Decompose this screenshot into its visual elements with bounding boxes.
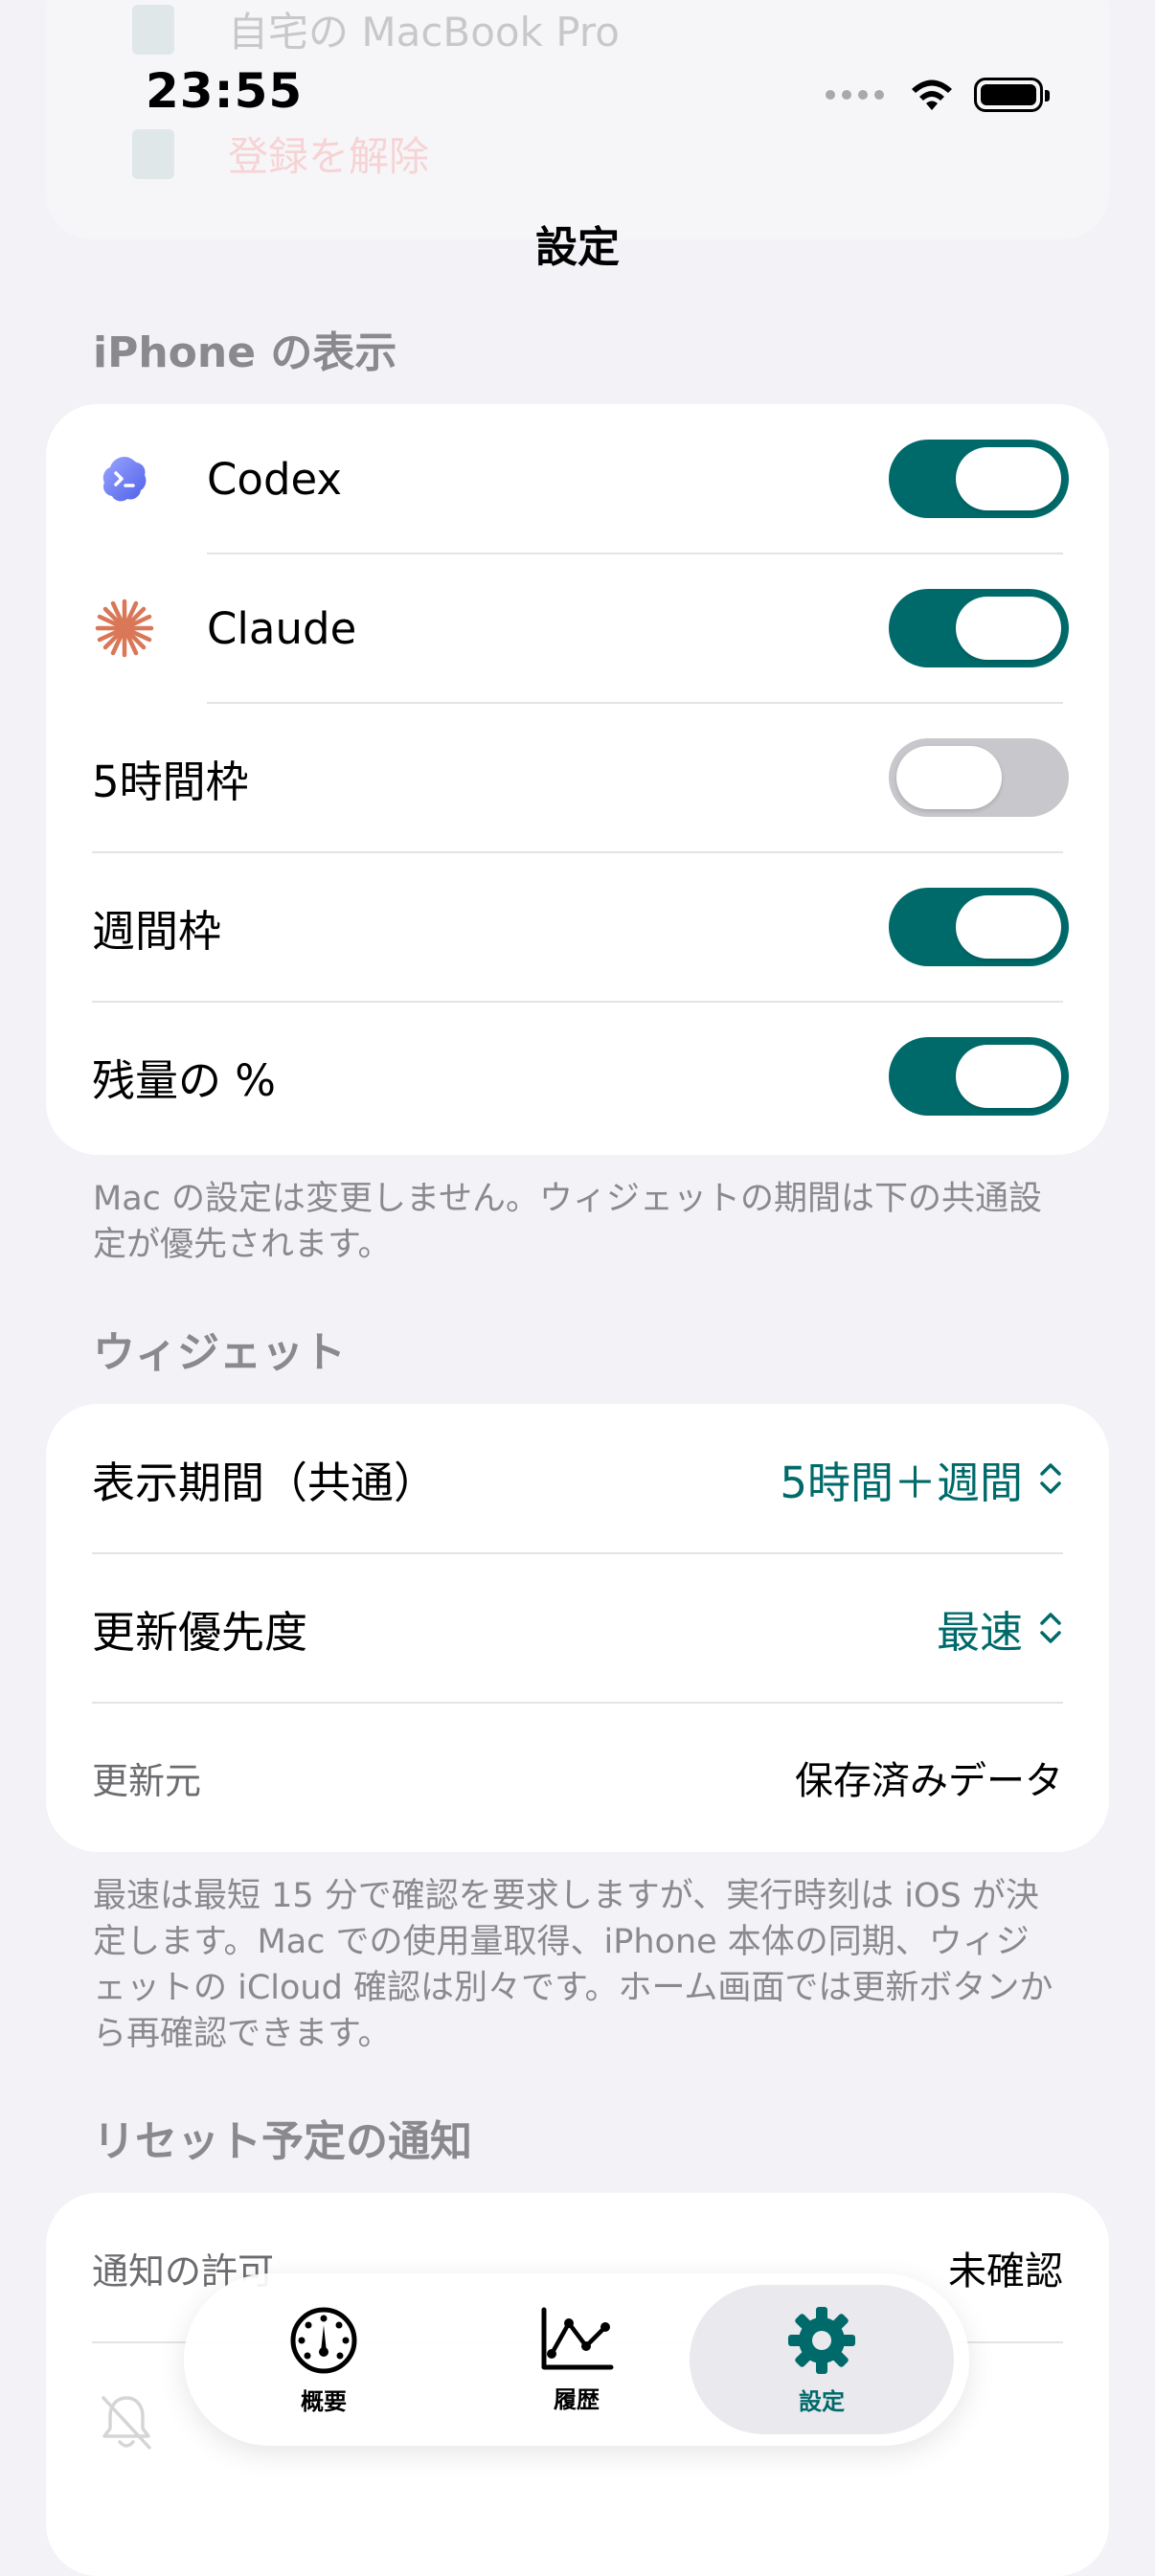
toggle-row-5-hour-window: 5時間枠 xyxy=(46,703,1109,852)
section-header-widget: ウィジェット xyxy=(93,1328,346,1377)
notification-permission-value: 未確認 xyxy=(948,2249,1063,2294)
toggle-row-claude: Claude xyxy=(46,554,1109,703)
display-period-value: 5時間＋週間 xyxy=(780,1457,1023,1508)
display-period-label: 表示期間（共通） xyxy=(92,1457,438,1508)
laptop-icon xyxy=(132,4,174,55)
iphone-display-card: Codex Claude 5時間枠 週間枠 残量の % xyxy=(46,404,1109,1155)
battery-icon xyxy=(974,78,1050,112)
remaining-percent-toggle[interactable] xyxy=(889,1037,1069,1116)
ghost-unregister-label: 登録を解除 xyxy=(228,133,430,180)
tab-overview-label: 概要 xyxy=(301,2387,347,2415)
section-header-reset-notifications: リセット予定の通知 xyxy=(93,2117,472,2166)
widget-card: 表示期間（共通） 5時間＋週間 更新優先度 最速 更新元 保存済みデータ xyxy=(46,1404,1109,1852)
update-priority-value: 最速 xyxy=(936,1606,1023,1658)
cellular-dots-icon xyxy=(826,90,884,100)
remaining-percent-label: 残量の % xyxy=(92,1054,277,1106)
codex-toggle[interactable] xyxy=(889,440,1069,518)
toggle-row-codex: Codex xyxy=(46,404,1109,554)
codex-label: Codex xyxy=(207,453,343,505)
toggle-row-weekly-window: 週間枠 xyxy=(46,852,1109,1002)
status-indicators xyxy=(826,73,1050,117)
gauge-icon xyxy=(290,2307,357,2373)
claude-label: Claude xyxy=(207,602,357,654)
update-priority-label: 更新優先度 xyxy=(92,1606,308,1658)
tab-overview[interactable]: 概要 xyxy=(199,2273,448,2446)
tab-settings-label: 設定 xyxy=(799,2387,845,2415)
claude-toggle[interactable] xyxy=(889,589,1069,667)
ghost-row-unregister: 登録を解除 xyxy=(132,124,429,183)
tab-bar: 概要 履歴 設定 xyxy=(184,2273,969,2446)
claude-icon xyxy=(95,599,154,658)
update-source-label: 更新元 xyxy=(92,1759,202,1802)
tab-history[interactable]: 履歴 xyxy=(452,2273,701,2446)
ghost-row-device: 自宅の MacBook Pro xyxy=(132,0,620,58)
codex-icon xyxy=(102,457,147,502)
chart-icon xyxy=(541,2307,614,2369)
page-title: 設定 xyxy=(535,223,620,272)
5-hour-window-label: 5時間枠 xyxy=(92,756,249,807)
wifi-icon xyxy=(912,79,952,110)
update-priority-row[interactable]: 更新優先度 最速 xyxy=(46,1553,1109,1703)
iphone-display-footnote: Mac の設定は変更しません。ウィジェットの期間は下の共通設定が優先されます。 xyxy=(93,1180,1042,1264)
scrolled-card-behind-status-bar: 自宅の MacBook Pro 登録を解除 xyxy=(46,0,1109,239)
display-period-picker[interactable]: 5時間＋週間 xyxy=(780,1448,1063,1510)
weekly-window-toggle[interactable] xyxy=(889,888,1069,966)
gear-icon xyxy=(788,2306,855,2374)
weekly-window-label: 週間枠 xyxy=(92,905,222,957)
tab-settings[interactable]: 設定 xyxy=(690,2285,954,2434)
chevron-up-down-icon xyxy=(1040,1613,1061,1643)
trash-icon xyxy=(132,128,174,179)
update-source-row: 更新元 保存済みデータ xyxy=(46,1703,1109,1852)
chevron-up-down-icon xyxy=(1040,1463,1061,1494)
display-period-row[interactable]: 表示期間（共通） 5時間＋週間 xyxy=(46,1404,1109,1553)
widget-footnote: 最速は最短 15 分で確認を要求しますが、実行時刻は iOS が決定します。Ma… xyxy=(93,1877,1053,2053)
section-header-iphone-display: iPhone の表示 xyxy=(93,328,397,377)
update-source-value: 保存済みデータ xyxy=(795,1759,1063,1803)
bell-slash-icon xyxy=(102,2396,151,2450)
tab-history-label: 履歴 xyxy=(554,2385,600,2413)
update-priority-picker[interactable]: 最速 xyxy=(937,1597,1063,1660)
status-time: 23:55 xyxy=(146,63,304,119)
ghost-device-label: 自宅の MacBook Pro xyxy=(228,9,620,56)
toggle-row-remaining-percent: 残量の % xyxy=(46,1002,1109,1151)
5-hour-window-toggle[interactable] xyxy=(889,738,1069,817)
